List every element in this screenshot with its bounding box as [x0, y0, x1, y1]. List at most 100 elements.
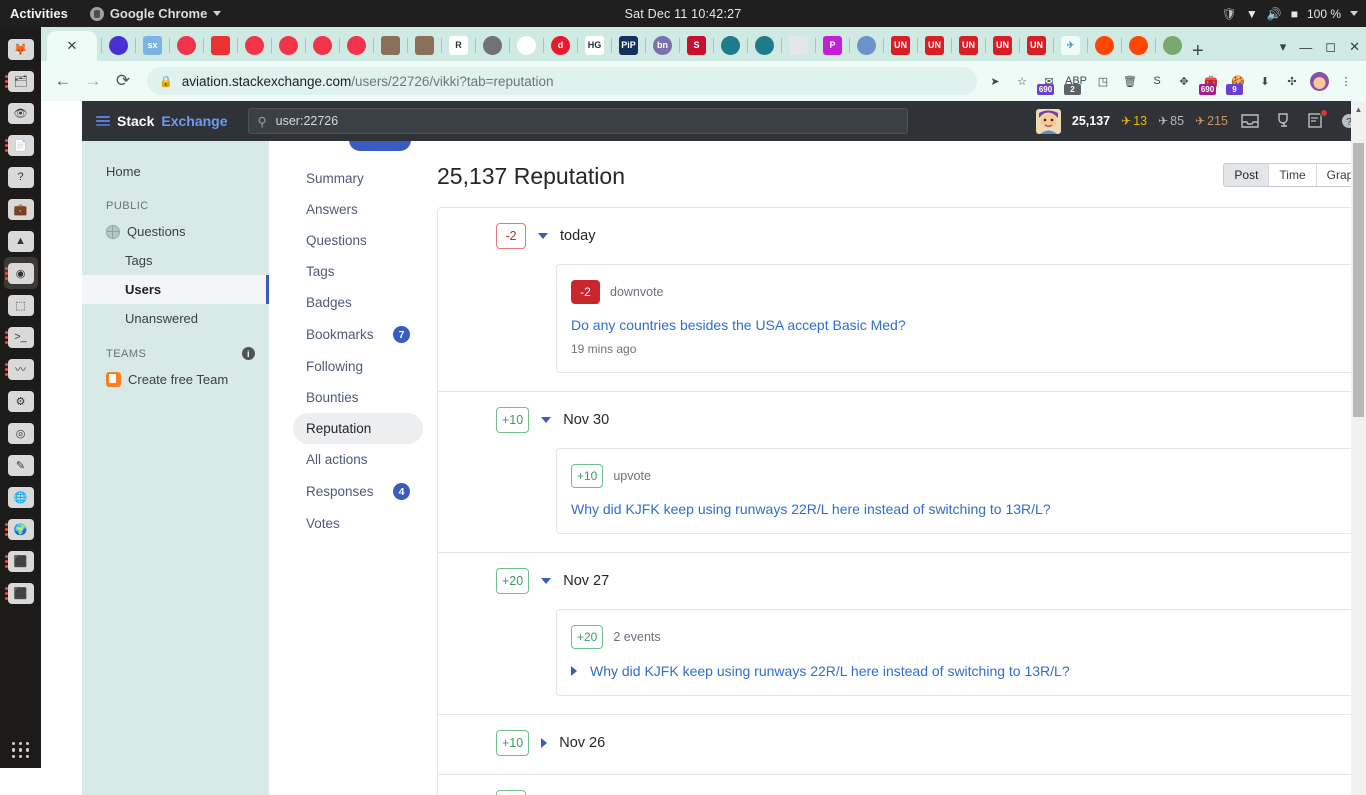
chevron-down-icon[interactable] — [538, 233, 548, 239]
minimize-button[interactable]: — — [1299, 40, 1312, 55]
dock-item-software[interactable]: 💼 — [4, 193, 38, 225]
post-title-link[interactable]: Do any countries besides the USA accept … — [571, 317, 1341, 333]
pinned-tab-pip-logo[interactable]: PiP — [619, 35, 638, 55]
chevron-right-icon[interactable] — [571, 666, 577, 676]
pinned-tab-reddit-2[interactable] — [1129, 35, 1148, 55]
trash-extension-icon[interactable]: 🗑 — [1120, 71, 1140, 91]
chevron-down-icon[interactable] — [541, 578, 552, 584]
chevron-down-icon[interactable] — [1350, 11, 1358, 16]
reputation-sub-event[interactable]: Why did KJFK keep using runways 22R/L he… — [571, 663, 1341, 679]
post-title-link[interactable]: Why did KJFK keep using runways 22R/L he… — [590, 663, 1070, 679]
sidebar-item-tags[interactable]: Tags — [82, 246, 269, 275]
stackexchange-logo[interactable]: Stack Exchange — [96, 113, 228, 129]
sidebar-item-users[interactable]: Users — [82, 275, 269, 304]
pinned-tab-bn-logo[interactable]: bn — [653, 35, 672, 55]
silver-badge[interactable]: ✈ 85 — [1158, 114, 1184, 128]
dock-item-network-alt[interactable]: 🌍 — [4, 513, 38, 545]
dock-item-firefox[interactable]: 🦊 — [4, 33, 38, 65]
dock-item-terminal[interactable]: >_ — [4, 321, 38, 353]
active-tab[interactable]: ✕ — [47, 31, 97, 61]
profile-tab-all-actions[interactable]: All actions — [293, 444, 423, 475]
pinned-tab-r-logo[interactable]: R — [449, 35, 468, 55]
extensions-puzzle-icon[interactable]: ✣ — [1282, 71, 1302, 91]
profile-avatar-icon[interactable] — [1309, 71, 1329, 91]
address-bar[interactable]: 🔒 aviation.stackexchange.com/users/22726… — [147, 67, 977, 95]
dock-item-chrome[interactable]: ◉ — [3, 257, 38, 289]
dock-item-screenshot[interactable]: ⬚ — [4, 289, 38, 321]
system-clock[interactable]: Sat Dec 11 10:42:27 — [0, 7, 1366, 21]
achievements-trophy-icon[interactable] — [1272, 110, 1294, 132]
dock-item-settings[interactable]: ⚙ — [4, 385, 38, 417]
pinned-tab-user-photo-1[interactable] — [381, 35, 400, 55]
pinned-tab-planet[interactable] — [1163, 35, 1182, 55]
pinned-tab-grey-circle[interactable] — [483, 35, 502, 55]
share-icon[interactable]: ➤ — [985, 71, 1005, 91]
dock-item-paint[interactable]: ✎ — [4, 449, 38, 481]
pinned-tab-user-photo-2[interactable] — [415, 35, 434, 55]
pinned-tab-d-logo[interactable]: d — [551, 35, 570, 55]
reputation-count[interactable]: 25,137 — [1072, 114, 1110, 128]
pinned-tab-reddit-1[interactable] — [1095, 35, 1114, 55]
avatar[interactable] — [1035, 108, 1061, 134]
adblock-plus-icon[interactable]: ABP 2 — [1064, 71, 1087, 95]
profile-tab-responses[interactable]: Responses 4 — [293, 475, 423, 508]
profile-tab-following[interactable]: Following — [293, 351, 423, 382]
new-tab-button[interactable]: + — [1192, 41, 1204, 61]
reputation-group-header[interactable]: +10 Nov 26 — [438, 730, 1366, 756]
toolbox-extension-icon[interactable]: 🧰 690 — [1199, 71, 1221, 95]
pinned-tab-github[interactable] — [517, 35, 536, 55]
profile-tab-questions[interactable]: Questions — [293, 225, 423, 256]
pinned-tab-purple-circle[interactable] — [109, 35, 128, 55]
show-applications-button[interactable] — [11, 741, 30, 758]
pinned-tab-s-logo[interactable]: S — [687, 35, 706, 55]
info-icon[interactable]: i — [242, 347, 255, 360]
reputation-group-header[interactable]: +20 Nov 27 — [438, 568, 1366, 594]
chevron-right-icon[interactable] — [541, 738, 548, 748]
sidebar-item-home[interactable]: Home — [82, 157, 269, 186]
sidebar-item-create-team[interactable]: Create free Team — [82, 365, 269, 394]
pinned-tab-stackexchange-chat[interactable]: sx — [143, 35, 162, 55]
back-button[interactable]: ← — [49, 67, 77, 95]
pinned-tab-avgeek-1[interactable] — [177, 35, 196, 55]
pocket-extension-icon[interactable]: ✉ 690 — [1037, 71, 1059, 95]
pinned-tab-airplane-chart[interactable]: ✈ — [1061, 35, 1080, 55]
pinned-tab-uni-1[interactable]: UN — [891, 35, 910, 55]
sidebar-item-unanswered[interactable]: Unanswered — [82, 304, 269, 333]
dock-item-vlc[interactable]: ▲ — [4, 225, 38, 257]
dock-item-usb-drive[interactable]: ⬛ — [4, 545, 38, 577]
stackexchange-extension-icon[interactable]: S — [1147, 71, 1167, 91]
search-input[interactable]: ⚲ user:22726 — [247, 108, 908, 134]
partial-blue-button[interactable] — [349, 141, 411, 151]
close-icon[interactable]: ✕ — [67, 38, 78, 54]
cookie-extension-icon[interactable]: 🍪 9 — [1226, 71, 1248, 95]
close-window-button[interactable]: ✕ — [1349, 39, 1360, 55]
dock-item-files[interactable]: 🗂 — [4, 65, 38, 97]
profile-tab-reputation[interactable]: Reputation — [293, 413, 423, 444]
profile-tab-votes[interactable]: Votes — [293, 508, 423, 539]
profile-tab-tags[interactable]: Tags — [293, 256, 423, 287]
pinned-tab-avgeek-4[interactable] — [313, 35, 332, 55]
dock-item-network[interactable]: 🌐 — [4, 481, 38, 513]
dock-item-help[interactable]: ? — [4, 161, 38, 193]
pinned-tab-globe-green-2[interactable] — [755, 35, 774, 55]
tab-search-icon[interactable]: ▾ — [1280, 39, 1287, 55]
dock-item-text-editor[interactable]: 📄 — [4, 129, 38, 161]
pinned-tab-avgeek-5[interactable] — [347, 35, 366, 55]
pinned-tab-avgeek-3[interactable] — [279, 35, 298, 55]
pinned-tab-hg-logo[interactable]: HG — [585, 35, 604, 55]
scroll-up-arrow[interactable]: ▲ — [1351, 101, 1366, 117]
window-resizer-icon[interactable]: ◳ — [1093, 71, 1113, 91]
page-scrollbar[interactable] — [1351, 101, 1366, 795]
chrome-menu-icon[interactable]: ⋮ — [1336, 71, 1356, 91]
profile-tab-badges[interactable]: Badges — [293, 287, 423, 318]
system-tray[interactable]: 🛡 ▼ 🔊 ■ 100 % — [1222, 7, 1358, 21]
navigator-extension-icon[interactable]: ✥ — [1174, 71, 1194, 91]
pinned-tab-uni-2[interactable]: UN — [925, 35, 944, 55]
pinned-tab-p-logo[interactable]: P — [823, 35, 842, 55]
pinned-tab-blue-globe[interactable] — [857, 35, 876, 55]
profile-tab-bounties[interactable]: Bounties — [293, 382, 423, 413]
pinned-tab-dnd-dice[interactable] — [211, 35, 230, 55]
gold-badge[interactable]: ✈ 13 — [1121, 114, 1147, 128]
bookmark-star-icon[interactable]: ☆ — [1012, 71, 1032, 91]
profile-tab-answers[interactable]: Answers — [293, 194, 423, 225]
